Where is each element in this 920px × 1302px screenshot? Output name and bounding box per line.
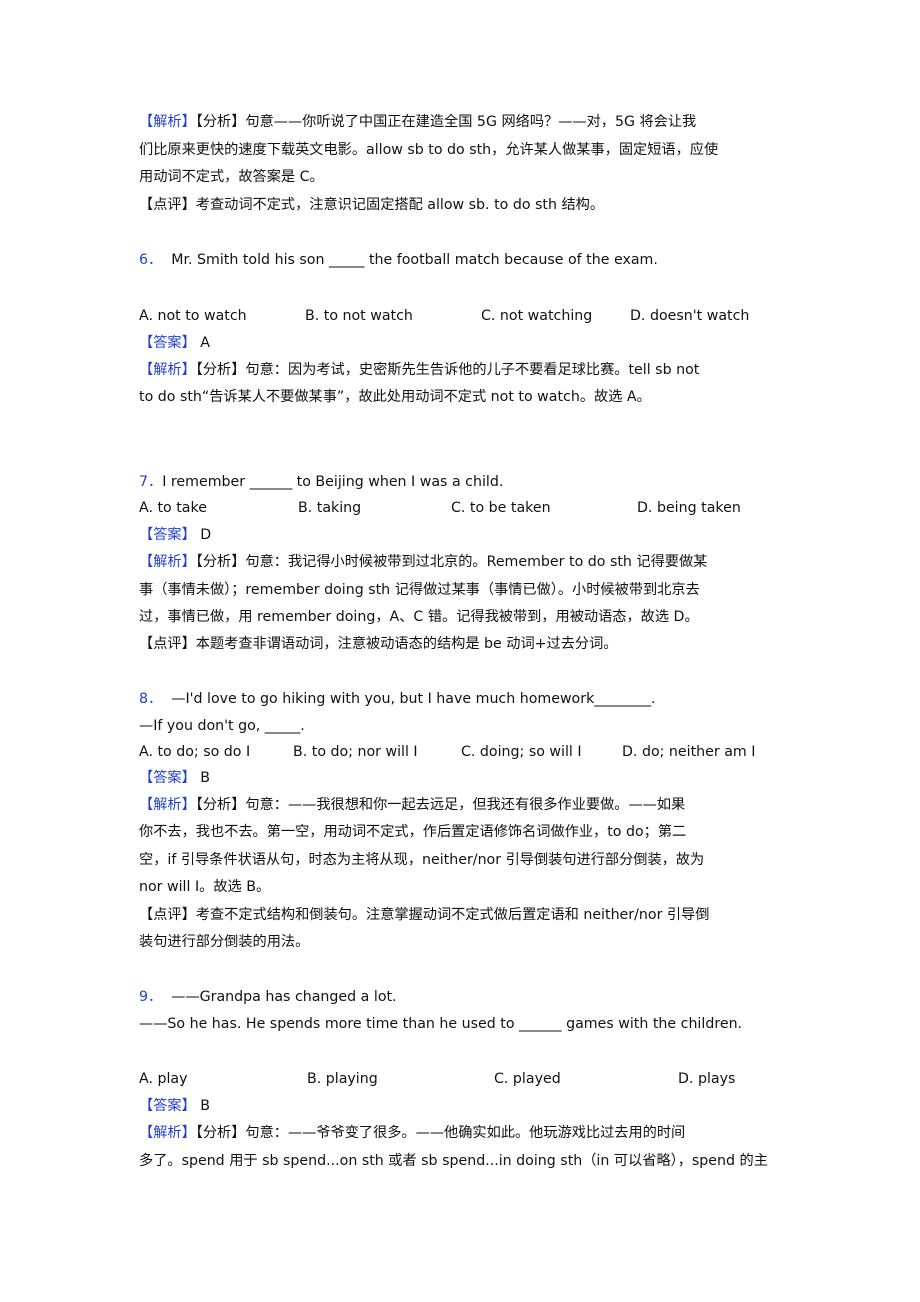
q8-analysis-line-2: 你不去，我也不去。第一空，用动词不定式，作后置定语修饰名词做作业，to do；第… <box>139 824 687 840</box>
question-number: 8． <box>139 691 163 707</box>
answer-tag: 【答案】 <box>139 527 196 543</box>
answer-tag: 【答案】 <box>139 770 196 786</box>
q5-analysis-line-2: 们比原来更快的速度下载英文电影。allow sb to do sth，允许某人做… <box>139 142 719 158</box>
q8-option-d: D. do; neither am I <box>622 744 756 760</box>
q8-analysis-line-4: nor will I。故选 B。 <box>139 879 271 895</box>
q8-comment-line-1: 【点评】考查不定式结构和倒装句。注意掌握动词不定式做后置定语和 neither/… <box>139 907 710 923</box>
q7-option-c: C. to be taken <box>451 500 551 516</box>
q9-option-a: A. play <box>139 1071 188 1087</box>
q7-stem: 7．I remember ______ to Beijing when I wa… <box>139 474 504 490</box>
fenxi-tag: 【分析】 <box>195 362 246 378</box>
fenxi-tag: 【分析】 <box>195 114 246 130</box>
q9-answer: 【答案】 B <box>139 1098 211 1114</box>
q9-analysis-line-1: 【解析】【分析】句意：——爷爷变了很多。——他确实如此。他玩游戏比过去用的时间 <box>139 1125 686 1141</box>
q6-option-a: A. not to watch <box>139 308 247 324</box>
q9-stem-line-1: 9． ——Grandpa has changed a lot. <box>139 989 397 1005</box>
q5-analysis-line-1: 【解析】【分析】句意——你听说了中国正在建造全国 5G 网络吗？——对，5G 将… <box>139 114 697 130</box>
q8-option-b: B. to do; nor will I <box>293 744 418 760</box>
question-number: 6． <box>139 252 163 268</box>
q8-stem-line-1: 8． —I'd love to go hiking with you, but … <box>139 691 656 707</box>
q5-analysis-line-3: 用动词不定式，故答案是 C。 <box>139 169 324 185</box>
question-number: 9． <box>139 989 163 1005</box>
q8-option-a: A. to do; so do I <box>139 744 251 760</box>
fenxi-tag: 【分析】 <box>195 554 246 570</box>
q7-option-a: A. to take <box>139 500 207 516</box>
analysis-tag: 【解析】 <box>139 1125 196 1141</box>
q6-option-d: D. doesn't watch <box>630 308 750 324</box>
q6-stem: 6． Mr. Smith told his son _____ the foot… <box>139 252 658 268</box>
q8-option-c: C. doing; so will I <box>461 744 582 760</box>
q7-answer: 【答案】 D <box>139 527 212 543</box>
answer-tag: 【答案】 <box>139 1098 196 1114</box>
q7-analysis-line-1: 【解析】【分析】句意：我记得小时候被带到过北京的。Remember to do … <box>139 554 708 570</box>
fenxi-tag: 【分析】 <box>195 797 246 813</box>
comment-tag: 【点评】 <box>139 907 196 923</box>
q8-analysis-line-3: 空，if 引导条件状语从句，时态为主将从现，neither/nor 引导倒装句进… <box>139 852 705 868</box>
q9-option-d: D. plays <box>678 1071 736 1087</box>
q6-analysis-line-1: 【解析】【分析】句意：因为考试，史密斯先生告诉他的儿子不要看足球比赛。tell … <box>139 362 700 378</box>
q7-option-d: D. being taken <box>637 500 741 516</box>
question-number: 7． <box>139 474 163 490</box>
fenxi-tag: 【分析】 <box>195 1125 246 1141</box>
q5-comment: 【点评】考查动词不定式，注意识记固定搭配 allow sb. to do sth… <box>139 197 605 213</box>
analysis-tag: 【解析】 <box>139 797 196 813</box>
comment-tag: 【点评】 <box>139 636 196 652</box>
q9-analysis-line-2: 多了。spend 用于 sb spend...on sth 或者 sb spen… <box>139 1153 768 1169</box>
q7-analysis-line-2: 事（事情未做）；remember doing sth 记得做过某事（事情已做）。… <box>139 582 700 598</box>
q7-option-b: B. taking <box>298 500 362 516</box>
analysis-tag: 【解析】 <box>139 114 196 130</box>
q8-comment-line-2: 装句进行部分倒装的用法。 <box>139 934 310 950</box>
q9-option-c: C. played <box>494 1071 561 1087</box>
answer-tag: 【答案】 <box>139 335 196 351</box>
analysis-tag: 【解析】 <box>139 362 196 378</box>
q9-option-b: B. playing <box>307 1071 378 1087</box>
q6-option-c: C. not watching <box>481 308 593 324</box>
comment-tag: 【点评】 <box>139 197 196 213</box>
q7-comment: 【点评】本题考查非谓语动词，注意被动语态的结构是 be 动词+过去分词。 <box>139 636 618 652</box>
q6-analysis-line-2: to do sth“告诉某人不要做某事”，故此处用动词不定式 not to wa… <box>139 389 651 405</box>
q7-analysis-line-3: 过，事情已做，用 remember doing，A、C 错。记得我被带到，用被动… <box>139 609 699 625</box>
q6-option-b: B. to not watch <box>305 308 413 324</box>
analysis-tag: 【解析】 <box>139 554 196 570</box>
q8-answer: 【答案】 B <box>139 770 211 786</box>
q8-analysis-line-1: 【解析】【分析】句意：——我很想和你一起去远足，但我还有很多作业要做。——如果 <box>139 797 686 813</box>
q9-stem-line-2: ——So he has. He spends more time than he… <box>139 1016 743 1032</box>
q6-answer: 【答案】 A <box>139 335 210 351</box>
q8-stem-line-2: —If you don't go, _____. <box>139 718 305 734</box>
